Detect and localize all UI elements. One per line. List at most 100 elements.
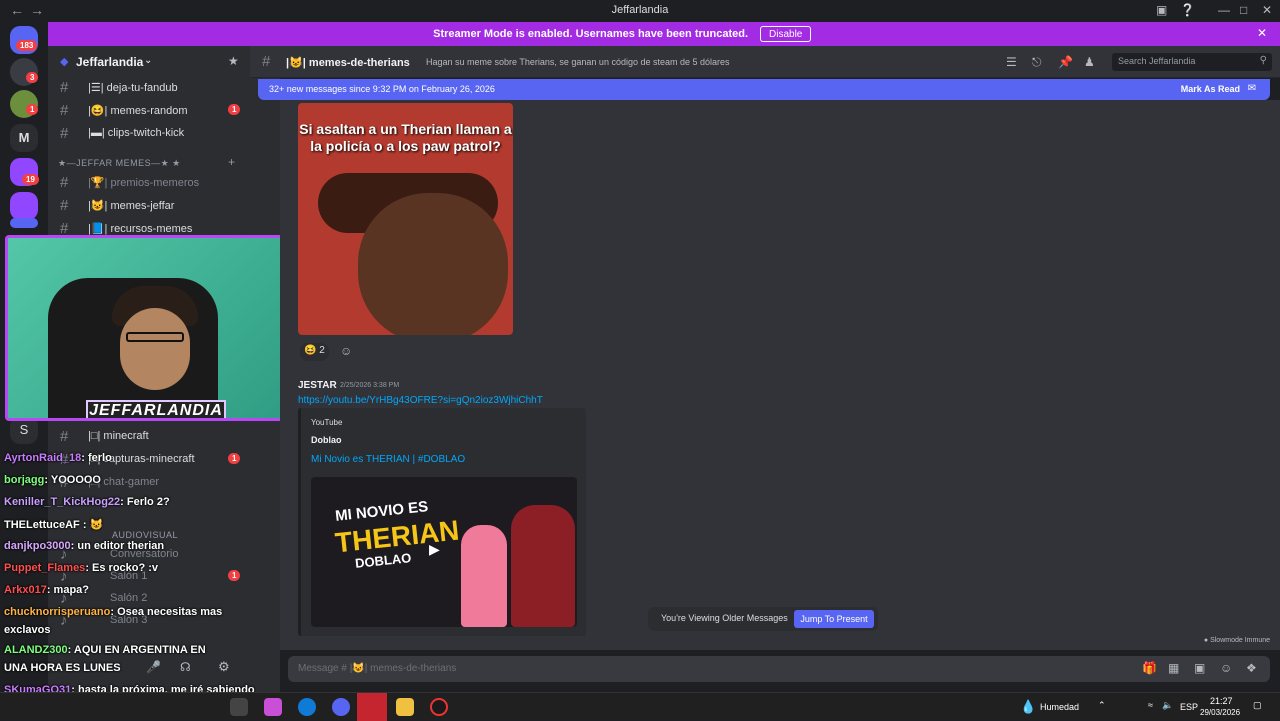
unread-badge: 1	[228, 104, 241, 115]
channel-item[interactable]: # |▬| clips-twitch-kick	[54, 122, 274, 144]
channel-item[interactable]: # |☰| deja-tu-fandub	[54, 76, 274, 98]
water-drop-icon: 💧	[1020, 699, 1037, 714]
minimize-icon[interactable]: —	[1218, 3, 1230, 17]
channel-topic[interactable]: Hagan su meme sobre Therians, se ganan u…	[426, 57, 730, 67]
notifications-icon[interactable]: ▢	[1253, 700, 1262, 711]
gif-icon[interactable]: ▦	[1168, 661, 1179, 675]
laughing-emoji-icon: 😆	[304, 345, 317, 356]
chat-message: danjkpo3000: un editor therian	[4, 540, 276, 552]
clock-date[interactable]: 29/03/2026	[1200, 708, 1240, 717]
obs-icon[interactable]	[430, 698, 448, 716]
chat-text: : Ferlo 2?	[120, 496, 170, 508]
chat-text: : Osea necesitas mas	[110, 606, 223, 618]
streamer-glasses	[126, 332, 184, 342]
webcam-overlay: JEFFARLANDIA	[5, 235, 288, 421]
disable-streamer-mode-button[interactable]: Disable	[760, 26, 812, 42]
chat-username: ALANDZ300	[4, 644, 68, 656]
chat-text: : ferlo	[81, 452, 112, 464]
chat-text: : 😺	[79, 519, 104, 531]
task-view-icon[interactable]	[230, 698, 248, 716]
pin-icon[interactable]: 📌	[1058, 55, 1073, 69]
chevron-down-icon[interactable]: ⌄	[144, 55, 152, 66]
inbox-icon[interactable]: ▣	[1156, 3, 1167, 17]
active-app-icon[interactable]	[357, 693, 387, 721]
copilot-icon[interactable]	[264, 698, 282, 716]
channel-header: # |😺| memes-de-therians Hagan su meme so…	[250, 46, 1280, 78]
older-messages-bar: You're Viewing Older Messages Jump To Pr…	[648, 607, 878, 631]
channel-item[interactable]: # |□| minecraft	[54, 425, 274, 447]
search-input[interactable]: Search Jeffarlandia ⚲	[1112, 53, 1272, 71]
meme-caption: Si asaltan a un Therian llaman a la poli…	[299, 121, 512, 154]
channel-item[interactable]: # |😺| memes-jeffar	[54, 194, 274, 216]
thumbnail-girl	[461, 525, 507, 627]
member-list-icon[interactable]: ♟	[1084, 55, 1095, 69]
emoji-icon[interactable]: ☺	[1220, 661, 1232, 675]
new-messages-text: 32+ new messages since 9:32 PM on Februa…	[269, 84, 495, 94]
streamer-mode-message: Streamer Mode is enabled. Usernames have…	[433, 28, 748, 40]
chat-username: danjkpo3000	[4, 540, 71, 552]
category-jeffar-memes[interactable]: ★—JEFFAR MEMES—★ ★	[58, 158, 181, 169]
message-author[interactable]: JESTAR	[298, 380, 337, 391]
play-icon[interactable]: ▶	[429, 541, 440, 558]
language-indicator[interactable]: ESP	[1180, 702, 1198, 712]
notification-bell-icon[interactable]: ⎋	[1032, 55, 1042, 70]
apps-icon[interactable]: ❖	[1246, 661, 1257, 675]
wifi-icon[interactable]: ≈	[1148, 700, 1153, 710]
channel-item[interactable]: # |😆| memes-random 1	[54, 99, 274, 121]
chat-message: AyrtonRaid_18: ferlo	[4, 452, 276, 464]
gift-icon[interactable]: 🎁	[1142, 661, 1157, 675]
new-messages-bar[interactable]: 32+ new messages since 9:32 PM on Februa…	[258, 79, 1270, 100]
title-bar: ← → Jeffarlandia ▣ ❔ — □ ✕	[0, 0, 1280, 22]
hash-icon: #	[60, 174, 69, 191]
chat-username: AyrtonRaid_18	[4, 452, 82, 464]
server-icon-m[interactable]: M	[10, 124, 38, 152]
chat-message: chucknorrisperuano: Osea necesitas mas	[4, 606, 276, 618]
chat-message: Arkx017: mapa?	[4, 584, 276, 596]
discord-taskbar-icon[interactable]	[332, 698, 350, 716]
threads-icon[interactable]: ☰	[1006, 55, 1017, 69]
streamer-mode-banner: Streamer Mode is enabled. Usernames have…	[48, 22, 1280, 46]
close-banner-icon[interactable]: ✕	[1257, 26, 1267, 40]
chat-text: : un editor therian	[70, 540, 165, 552]
clock-time[interactable]: 21:27	[1210, 696, 1233, 706]
server-boost-icon: ◆	[60, 56, 69, 68]
chat-text: : mapa?	[46, 584, 90, 596]
volume-icon[interactable]: 🔈	[1162, 700, 1173, 711]
embed-title[interactable]: Mi Novio es THERIAN | #DOBLAO	[311, 454, 465, 465]
mark-read-icon[interactable]: ✉	[1248, 83, 1256, 94]
server-badge: 19	[22, 174, 39, 185]
hash-icon: #	[60, 197, 69, 214]
hash-icon: #	[60, 428, 69, 445]
message-composer[interactable]: Message # |😺| memes-de-therians 🎁 ▦ ▣ ☺ …	[288, 656, 1270, 682]
server-name[interactable]: Jeffarlandia	[76, 55, 143, 69]
meme-image[interactable]: Si asaltan a un Therian llaman a la poli…	[298, 103, 513, 335]
channel-title: |😺| memes-de-therians	[286, 57, 410, 69]
close-window-icon[interactable]: ✕	[1262, 3, 1272, 17]
youtube-link[interactable]: https://youtu.be/YrHBg43OFRE?si=gQn2ioz3…	[298, 395, 543, 406]
edge-icon[interactable]	[298, 698, 316, 716]
reaction-laugh[interactable]: 😆 2	[300, 343, 329, 361]
sticker-icon[interactable]: ▣	[1194, 661, 1205, 675]
add-server-icon[interactable]	[10, 218, 38, 228]
youtube-embed: YouTube Doblao Mi Novio es THERIAN | #DO…	[298, 408, 586, 636]
jump-to-present-button[interactable]: Jump To Present	[794, 610, 874, 628]
add-reaction-icon[interactable]: ☺	[340, 344, 352, 358]
help-icon[interactable]: ❔	[1180, 3, 1195, 17]
file-explorer-icon[interactable]	[396, 698, 414, 716]
stream-chat-overlay: AyrtonRaid_18: ferlo borjagg: YOOOOO Kenil…	[0, 449, 280, 720]
add-channel-icon[interactable]: +	[228, 155, 235, 169]
tray-chevron-icon[interactable]: ⌃	[1098, 700, 1106, 711]
mark-as-read-button[interactable]: Mark As Read	[1181, 84, 1240, 94]
video-thumbnail[interactable]: MI NOVIO ES THERIAN DOBLAO ▶	[311, 477, 577, 627]
maximize-icon[interactable]: □	[1240, 3, 1247, 17]
embed-author[interactable]: Doblao	[311, 435, 342, 445]
thumbnail-wolfman	[511, 505, 575, 627]
channel-item[interactable]: # |🏆| premios-memeros	[54, 171, 274, 193]
add-member-icon[interactable]: ★	[228, 54, 239, 68]
streamer-face	[120, 308, 190, 390]
weather-label[interactable]: Humedad	[1040, 702, 1079, 712]
twitch-server-icon-2[interactable]	[10, 192, 38, 220]
composer-placeholder: Message # |😺| memes-de-therians	[298, 663, 457, 674]
chat-message: exclavos	[4, 624, 276, 636]
server-badge: 3	[26, 72, 39, 83]
